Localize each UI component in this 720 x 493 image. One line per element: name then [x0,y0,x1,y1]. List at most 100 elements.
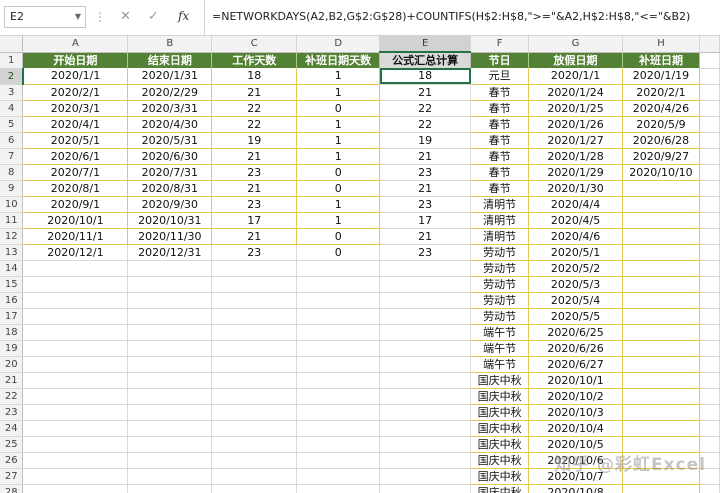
header-cell-f[interactable]: 节日 [470,52,530,68]
cell-e4[interactable]: 22 [379,100,472,117]
cell-empty[interactable] [699,276,720,293]
cell-d7[interactable]: 1 [296,148,381,165]
more-options-icon[interactable]: ⋮ [94,10,106,24]
cancel-icon[interactable]: ✕ [120,9,131,25]
cell-empty[interactable] [699,388,720,405]
cell-a26[interactable] [22,452,129,469]
cell-b14[interactable] [127,260,213,277]
cell-b6[interactable]: 2020/5/31 [127,132,213,149]
cell-d4[interactable]: 0 [296,100,381,117]
row-header-11[interactable]: 11 [0,212,24,229]
cell-e15[interactable] [379,276,472,293]
cell-b25[interactable] [127,436,213,453]
cell-c5[interactable]: 22 [211,116,298,133]
cell-f25[interactable]: 国庆中秋 [470,436,530,453]
cell-d20[interactable] [296,356,381,373]
cell-g21[interactable]: 2020/10/1 [528,372,623,389]
cell-b23[interactable] [127,404,213,421]
cell-b4[interactable]: 2020/3/31 [127,100,213,117]
cell-f22[interactable]: 国庆中秋 [470,388,530,405]
cell-a3[interactable]: 2020/2/1 [22,84,129,101]
cell-c23[interactable] [211,404,298,421]
cell-f23[interactable]: 国庆中秋 [470,404,530,421]
cell-empty[interactable] [699,324,720,341]
cell-d16[interactable] [296,292,381,309]
cell-d22[interactable] [296,388,381,405]
cell-h19[interactable] [622,340,700,357]
cell-d5[interactable]: 1 [296,116,381,133]
cell-f24[interactable]: 国庆中秋 [470,420,530,437]
cell-a18[interactable] [22,324,129,341]
cell-h15[interactable] [622,276,700,293]
row-header-2[interactable]: 2 [0,68,24,85]
cell-d24[interactable] [296,420,381,437]
cell-empty[interactable] [699,84,720,101]
cell-a9[interactable]: 2020/8/1 [22,180,129,197]
cell-d2[interactable]: 1 [296,68,381,85]
cell-empty[interactable] [699,484,720,493]
cell-b27[interactable] [127,468,213,485]
header-cell-a[interactable]: 开始日期 [22,52,129,68]
cell-c22[interactable] [211,388,298,405]
cell-b10[interactable]: 2020/9/30 [127,196,213,213]
cell-g3[interactable]: 2020/1/24 [528,84,623,101]
cell-d19[interactable] [296,340,381,357]
cell-a21[interactable] [22,372,129,389]
cell-c19[interactable] [211,340,298,357]
cell-empty[interactable] [699,68,720,85]
cell-a8[interactable]: 2020/7/1 [22,164,129,181]
cell-a14[interactable] [22,260,129,277]
cell-e14[interactable] [379,260,472,277]
cell-e13[interactable]: 23 [379,244,472,261]
cell-d23[interactable] [296,404,381,421]
cell-a13[interactable]: 2020/12/1 [22,244,129,261]
cell-g4[interactable]: 2020/1/25 [528,100,623,117]
row-header-18[interactable]: 18 [0,324,24,341]
cell-b2[interactable]: 2020/1/31 [127,68,213,85]
row-header-15[interactable]: 15 [0,276,24,293]
cell-f16[interactable]: 劳动节 [470,292,530,309]
cell-a17[interactable] [22,308,129,325]
cell-a27[interactable] [22,468,129,485]
cell-g28[interactable]: 2020/10/8 [528,484,623,493]
cell-a6[interactable]: 2020/5/1 [22,132,129,149]
row-header-13[interactable]: 13 [0,244,24,261]
cell-g14[interactable]: 2020/5/2 [528,260,623,277]
cell-h8[interactable]: 2020/10/10 [622,164,700,181]
header-cell-g[interactable]: 放假日期 [528,52,623,68]
cell-f6[interactable]: 春节 [470,132,530,149]
cell-c9[interactable]: 21 [211,180,298,197]
cell-b17[interactable] [127,308,213,325]
cell-a16[interactable] [22,292,129,309]
cell-g10[interactable]: 2020/4/4 [528,196,623,213]
cell-f15[interactable]: 劳动节 [470,276,530,293]
cell-h24[interactable] [622,420,700,437]
header-cell-e[interactable]: 公式汇总计算 [379,52,472,68]
row-header-20[interactable]: 20 [0,356,24,373]
cell-e24[interactable] [379,420,472,437]
cell-e11[interactable]: 17 [379,212,472,229]
cell-b13[interactable]: 2020/12/31 [127,244,213,261]
cell-empty[interactable] [699,260,720,277]
cell-c27[interactable] [211,468,298,485]
cell-f5[interactable]: 春节 [470,116,530,133]
cell-e16[interactable] [379,292,472,309]
cell-d6[interactable]: 1 [296,132,381,149]
row-header-25[interactable]: 25 [0,436,24,453]
cell-empty[interactable] [699,100,720,117]
cell-f28[interactable]: 国庆中秋 [470,484,530,493]
cell-a15[interactable] [22,276,129,293]
cell-c26[interactable] [211,452,298,469]
cell-e3[interactable]: 21 [379,84,472,101]
cell-a25[interactable] [22,436,129,453]
row-header-12[interactable]: 12 [0,228,24,245]
cell-h21[interactable] [622,372,700,389]
cell-f18[interactable]: 端午节 [470,324,530,341]
cell-e26[interactable] [379,452,472,469]
row-header-1[interactable]: 1 [0,52,24,69]
row-header-23[interactable]: 23 [0,404,24,421]
cell-b16[interactable] [127,292,213,309]
cell-c10[interactable]: 23 [211,196,298,213]
cell-empty[interactable] [699,420,720,437]
header-cell-h[interactable]: 补班日期 [622,52,700,68]
